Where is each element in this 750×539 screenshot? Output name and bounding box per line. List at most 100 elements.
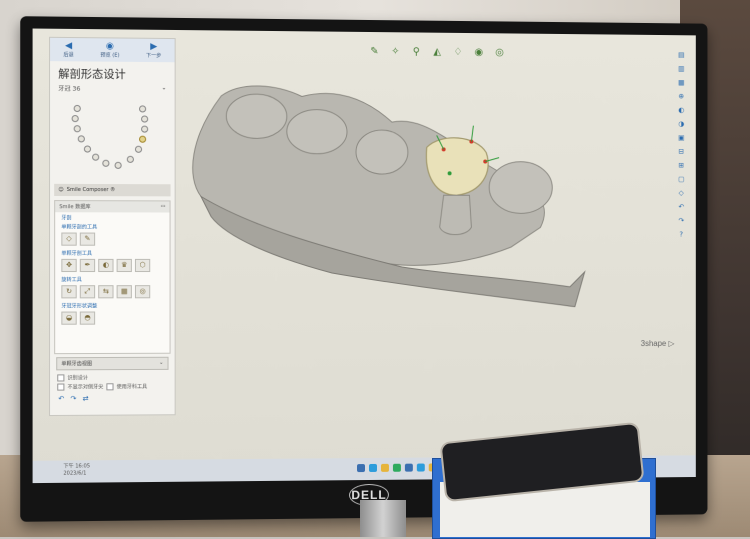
transparency-icon[interactable]: ◐ xyxy=(676,106,686,115)
monitor-screen: ◀ 后退 ◉ 预览 (E) ▶ 下一步 解剖形态设计 牙冠 36 ⌄ ☺ Smi… xyxy=(32,28,696,484)
back-label: 后退 xyxy=(63,52,74,59)
layers-icon[interactable]: ◭ xyxy=(430,45,445,60)
pencil-icon[interactable]: ✎ xyxy=(367,44,382,59)
library-box: Smile 数据库 ▭ 牙剖 单颗牙剖的工具 ◇ ✎ 单颗牙剖工具 ✥ ✒ ◐ … xyxy=(54,200,171,355)
smile-composer-bar[interactable]: ☺ Smile Composer ® xyxy=(54,183,171,197)
tooth-chart[interactable] xyxy=(59,97,165,181)
pen-tool-icon[interactable]: ✒ xyxy=(79,258,96,273)
tooth-selector[interactable]: 牙冠 36 ⌄ xyxy=(50,83,175,93)
top-toolbar: ✎ ✧ ⚲ ◭ ♢ ◉ ◎ xyxy=(367,44,507,60)
library-label: Smile 数据库 xyxy=(59,204,91,211)
tooth-marker[interactable] xyxy=(141,115,149,123)
handle-line xyxy=(471,126,473,142)
smile-composer-label: Smile Composer ® xyxy=(66,186,116,194)
wand-icon[interactable]: ⚲ xyxy=(409,44,424,59)
check-label: 不显示对侧牙尖 xyxy=(67,384,104,391)
adjust-tool-icon[interactable]: ◒ xyxy=(61,311,77,325)
control-point[interactable] xyxy=(447,171,452,176)
mode-label: 单颗牙齿视图 xyxy=(61,361,93,368)
app-icon[interactable] xyxy=(404,463,413,472)
light-icon[interactable]: ◇ xyxy=(676,189,686,198)
tooth-marker[interactable] xyxy=(71,115,79,123)
camera-icon[interactable]: ▢ xyxy=(676,175,686,184)
library-header: Smile 数据库 ▭ xyxy=(55,201,170,213)
help-icon[interactable]: ? xyxy=(676,231,686,240)
morph-tool-icon[interactable]: ◓ xyxy=(79,311,96,325)
tooth-marker[interactable] xyxy=(77,135,85,143)
app-icon[interactable] xyxy=(392,463,401,472)
chevron-down-icon: ⌄ xyxy=(159,359,164,366)
tooth-marker[interactable] xyxy=(92,153,100,161)
checkbox[interactable] xyxy=(57,374,65,382)
checkbox[interactable] xyxy=(57,383,65,391)
checkbox[interactable] xyxy=(106,383,114,391)
color-icon[interactable]: ◑ xyxy=(676,120,686,129)
tooth-marker-selected[interactable] xyxy=(139,135,147,143)
chevron-down-icon: ⌄ xyxy=(161,84,167,92)
grid-tool-icon[interactable]: ▦ xyxy=(116,285,132,299)
molar-tooth xyxy=(489,162,552,214)
undo-icon[interactable]: ↶ xyxy=(676,203,686,212)
tooth-marker[interactable] xyxy=(134,145,143,153)
scale-tool-icon[interactable]: ⤢ xyxy=(79,285,96,299)
dental-model-viewport[interactable] xyxy=(181,75,600,357)
tooth-view-icon[interactable]: ◎ xyxy=(134,285,151,299)
navigation-bar: ◀ 后退 ◉ 预览 (E) ▶ 下一步 xyxy=(50,37,175,63)
tool-group-label: 牙剖 xyxy=(61,215,72,222)
crown-tool-icon[interactable]: ♛ xyxy=(116,258,132,273)
rotate-tool-icon[interactable]: ↻ xyxy=(61,285,77,299)
smile-icon: ☺ xyxy=(58,186,64,193)
collapse-icon[interactable]: ▭ xyxy=(161,203,166,210)
move-tool-icon[interactable]: ✥ xyxy=(61,258,77,273)
start-icon[interactable] xyxy=(357,464,366,473)
tooth-marker[interactable] xyxy=(141,125,149,133)
next-label: 下一步 xyxy=(146,52,162,60)
tool-row: ◒ ◓ xyxy=(55,309,169,326)
rotate-right-icon[interactable]: ↷ xyxy=(70,395,76,403)
folder-icon[interactable] xyxy=(380,463,389,472)
sculpt-tool-icon[interactable]: ◐ xyxy=(98,258,114,273)
tool-row: ◇ ✎ xyxy=(55,230,169,247)
mode-selector[interactable]: 单颗牙齿视图 ⌄ xyxy=(56,356,169,371)
tooth-marker[interactable] xyxy=(73,125,81,133)
ruler-icon[interactable]: ⊞ xyxy=(676,161,686,170)
shape-tool-icon[interactable]: ⬡ xyxy=(134,258,151,273)
monitor-stand xyxy=(360,500,406,537)
brush-tool-icon[interactable]: ✎ xyxy=(79,232,96,246)
panel-title: 解剖形态设计 xyxy=(58,67,126,82)
preview-button[interactable]: ◉ 预览 (E) xyxy=(100,41,119,58)
view-side-icon[interactable]: ▦ xyxy=(676,79,686,88)
scan-icon[interactable]: ✧ xyxy=(388,44,403,59)
tool-group-label: 单颗牙剖的工具 xyxy=(61,224,98,231)
tool-group-label: 旋转工具 xyxy=(61,277,82,284)
zoom-icon[interactable]: ⊕ xyxy=(676,92,686,101)
tooth-tool-icon[interactable]: ◇ xyxy=(61,232,77,246)
arrow-left-icon: ◀ xyxy=(65,41,73,52)
tooth-icon[interactable]: ♢ xyxy=(451,45,466,60)
tooth-marker[interactable] xyxy=(73,104,81,113)
redo-icon[interactable]: ↷ xyxy=(676,217,686,226)
preview-label: 预览 (E) xyxy=(100,52,120,59)
measure-icon[interactable]: ⊟ xyxy=(676,148,686,157)
view-front-icon[interactable]: ▥ xyxy=(676,65,686,74)
back-button[interactable]: ◀ 后退 xyxy=(63,41,73,58)
check-label: 使用牙科工具 xyxy=(116,384,148,391)
swap-icon[interactable]: ⇄ xyxy=(83,395,89,403)
align-tool-icon[interactable]: ⇆ xyxy=(98,285,114,299)
tooth-marker[interactable] xyxy=(83,145,92,153)
section-icon[interactable]: ▣ xyxy=(676,134,686,143)
settings-icon[interactable]: ◎ xyxy=(492,45,507,60)
app-icon[interactable] xyxy=(416,463,425,472)
tooth-marker[interactable] xyxy=(139,105,147,113)
tooth-marker[interactable] xyxy=(102,159,110,167)
search-icon[interactable] xyxy=(369,463,377,472)
tooth-marker[interactable] xyxy=(114,161,122,169)
tooth-marker[interactable] xyxy=(126,155,134,163)
contact-icon[interactable]: ◉ xyxy=(471,45,486,60)
brand-logo: 3shape ▷ xyxy=(640,339,675,349)
molar-tooth xyxy=(226,94,287,139)
rotate-left-icon[interactable]: ↶ xyxy=(58,395,64,403)
arrow-right-icon: ▶ xyxy=(150,41,158,53)
view-top-icon[interactable]: ▤ xyxy=(676,51,686,60)
next-button[interactable]: ▶ 下一步 xyxy=(146,42,161,59)
